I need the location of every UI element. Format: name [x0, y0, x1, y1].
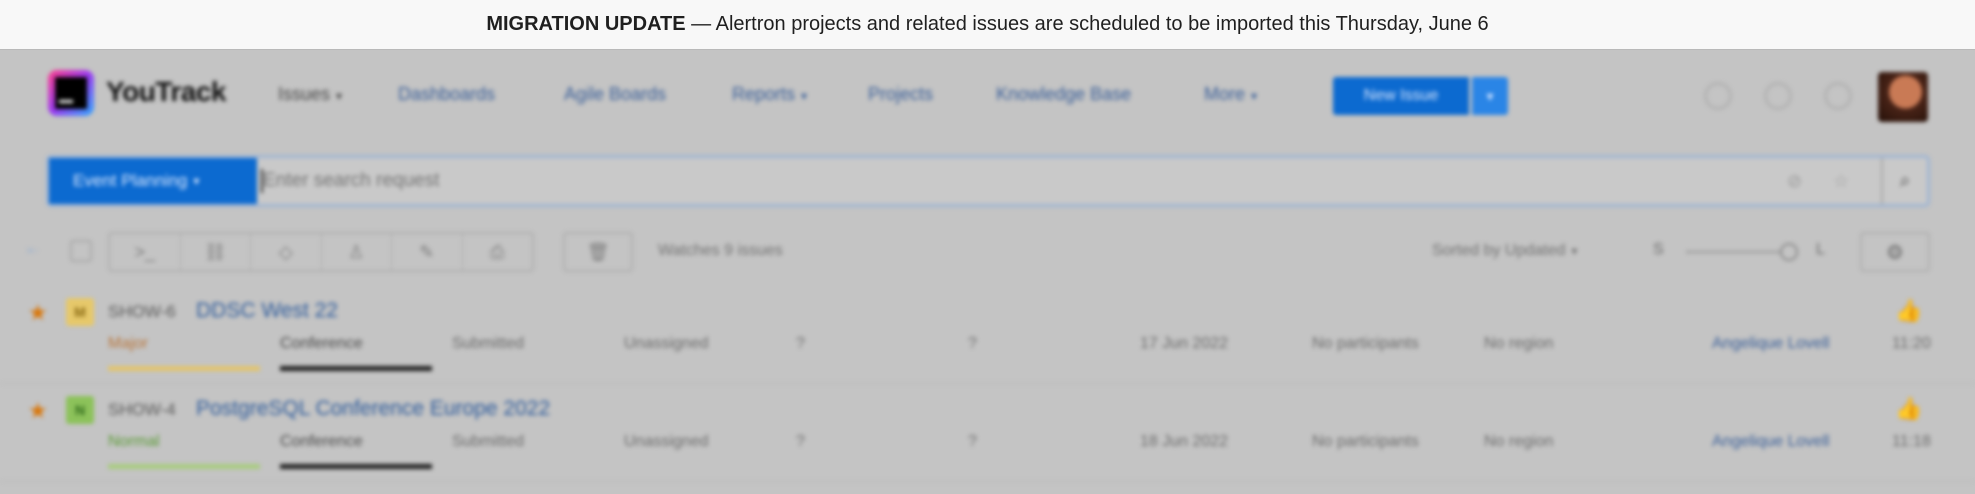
issue-state[interactable]: Submitted — [452, 335, 524, 353]
migration-banner: MIGRATION UPDATE — Alertron projects and… — [0, 0, 1975, 50]
nav-reports[interactable]: Reports ▾ — [732, 84, 807, 105]
avatar[interactable] — [1878, 72, 1928, 122]
chevron-down-icon: ▾ — [1251, 89, 1258, 103]
project-context-label: Event Planning — [73, 171, 188, 190]
issue-assignee[interactable]: Unassigned — [624, 335, 709, 353]
sort-label: Sorted by Updated — [1432, 242, 1566, 259]
issues-toolbar: ⇤ >_ ⛓ ◇ ♙ ✎ ⎙ 🗑 Watches 9 issues Sorted… — [0, 228, 1975, 274]
bulk-actions-group: >_ ⛓ ◇ ♙ ✎ ⎙ — [108, 232, 534, 272]
issue-type[interactable]: Conference — [280, 433, 363, 451]
issue-assignee[interactable]: Unassigned — [624, 433, 709, 451]
thumbs-up-icon[interactable]: 👍 — [1895, 298, 1922, 324]
density-slider-track[interactable] — [1686, 251, 1794, 253]
issue-date[interactable]: 17 Jun 2022 — [1140, 335, 1228, 353]
nav-reports-label: Reports — [732, 84, 796, 104]
tag-icon[interactable]: ◇ — [251, 234, 322, 270]
priority-badge[interactable]: N — [66, 396, 94, 424]
issue-row[interactable]: ★ N SHOW-4 PostgreSQL Conference Europe … — [0, 384, 1975, 482]
star-icon[interactable]: ★ — [28, 398, 48, 424]
nav-issues-label: Issues — [278, 84, 331, 104]
print-icon[interactable]: ⎙ — [463, 234, 533, 270]
settings-icon[interactable] — [1824, 82, 1852, 110]
size-large-label: L — [1816, 241, 1825, 258]
nav-knowledge-base[interactable]: Knowledge Base — [996, 84, 1131, 105]
search-icon: ⌕ — [1899, 169, 1911, 192]
nav-more[interactable]: More ▾ — [1204, 84, 1257, 105]
nav-agile-boards-label: Agile Boards — [564, 84, 667, 104]
issue-field-b[interactable]: ? — [968, 433, 977, 451]
priority-underline — [108, 464, 260, 469]
issue-time: 11:18 — [1892, 433, 1931, 450]
issue-row[interactable]: ★ M SHOW-6 DDSC West 22 👍 Major Conferen… — [0, 286, 1975, 384]
chevron-down-icon: ▾ — [193, 174, 200, 188]
watches-count[interactable]: Watches 9 issues — [658, 242, 783, 260]
link-icon[interactable]: ⛓ — [181, 234, 251, 270]
search-input[interactable] — [263, 170, 1763, 192]
issue-id[interactable]: SHOW-6 — [108, 302, 176, 322]
issue-state[interactable]: Submitted — [452, 433, 524, 451]
nav-agile-boards[interactable]: Agile Boards — [564, 84, 666, 105]
priority-underline — [108, 366, 260, 371]
issue-date[interactable]: 18 Jun 2022 — [1140, 433, 1228, 451]
bell-icon[interactable] — [1704, 82, 1732, 110]
issue-field-b[interactable]: ? — [968, 335, 977, 353]
app-shell: YouTrack Issues ▾ Dashboards Agile Boards… — [0, 50, 1975, 494]
issue-region[interactable]: No region — [1484, 335, 1553, 353]
issue-participants[interactable]: No participants — [1312, 335, 1419, 353]
edit-icon[interactable]: ✎ — [392, 234, 463, 270]
issue-reporter[interactable]: Angelique Lovell — [1712, 335, 1829, 353]
search-button[interactable]: ⌕ — [1881, 158, 1927, 204]
type-underline — [280, 366, 432, 371]
select-all-checkbox[interactable] — [70, 240, 92, 262]
issue-type[interactable]: Conference — [280, 335, 363, 353]
chevron-down-icon: ▾ — [336, 89, 343, 103]
nav-knowledge-base-label: Knowledge Base — [996, 84, 1132, 104]
nav-issues[interactable]: Issues ▾ — [278, 84, 342, 105]
issue-time: 11:20 — [1892, 335, 1931, 352]
chevron-down-icon: ▾ — [1571, 244, 1578, 258]
chevron-down-icon: ▾ — [801, 89, 808, 103]
logo-text: YouTrack — [106, 76, 226, 107]
size-small-label: S — [1653, 241, 1664, 258]
nav-dashboards[interactable]: Dashboards — [398, 84, 495, 105]
delete-icon[interactable]: 🗑 — [563, 232, 633, 272]
collapse-icon[interactable]: ⇤ — [27, 242, 39, 259]
gear-icon: ⚙ — [1886, 241, 1904, 264]
chevron-down-icon: ▾ — [1486, 87, 1494, 104]
top-header: YouTrack Issues ▾ Dashboards Agile Boards… — [0, 50, 1975, 140]
issue-field-a[interactable]: ? — [796, 433, 805, 451]
issue-field-a[interactable]: ? — [796, 335, 805, 353]
issue-reporter[interactable]: Angelique Lovell — [1712, 433, 1829, 451]
issue-id[interactable]: SHOW-4 — [108, 400, 176, 420]
issue-participants[interactable]: No participants — [1312, 433, 1419, 451]
nav-dashboards-label: Dashboards — [398, 84, 496, 104]
issue-title[interactable]: DDSC West 22 — [196, 299, 338, 323]
sort-dropdown[interactable]: Sorted by Updated ▾ — [1432, 242, 1577, 260]
search-bar: Event Planning ▾ ⊘ ☆ ⌕ — [46, 155, 1930, 207]
priority-badge[interactable]: M — [66, 298, 94, 326]
issue-region[interactable]: No region — [1484, 433, 1553, 451]
banner-title: MIGRATION UPDATE — [486, 13, 686, 35]
youtrack-logo[interactable] — [46, 68, 96, 118]
star-icon[interactable]: ★ — [28, 300, 48, 326]
type-underline — [280, 464, 432, 469]
nav-more-label: More — [1204, 84, 1246, 104]
new-issue-button[interactable]: New Issue — [1333, 77, 1469, 115]
nav-projects[interactable]: Projects — [868, 84, 933, 105]
new-issue-dropdown[interactable]: ▾ — [1472, 77, 1508, 115]
issue-priority[interactable]: Major — [108, 335, 148, 353]
command-icon[interactable]: >_ — [110, 234, 181, 270]
project-context-button[interactable]: Event Planning ▾ — [49, 158, 257, 204]
clear-icon[interactable]: ⊘ — [1787, 171, 1809, 193]
help-icon[interactable] — [1764, 82, 1792, 110]
density-slider-thumb[interactable] — [1780, 243, 1798, 261]
banner-text: — Alertron projects and related issues a… — [685, 13, 1489, 35]
nav-projects-label: Projects — [868, 84, 934, 104]
assignee-icon[interactable]: ♙ — [322, 234, 392, 270]
issue-title[interactable]: PostgreSQL Conference Europe 2022 — [196, 397, 550, 421]
saved-search-icon[interactable]: ☆ — [1833, 171, 1855, 193]
issue-priority[interactable]: Normal — [108, 433, 160, 451]
thumbs-up-icon[interactable]: 👍 — [1895, 396, 1922, 422]
list-settings-button[interactable]: ⚙ — [1860, 232, 1930, 272]
